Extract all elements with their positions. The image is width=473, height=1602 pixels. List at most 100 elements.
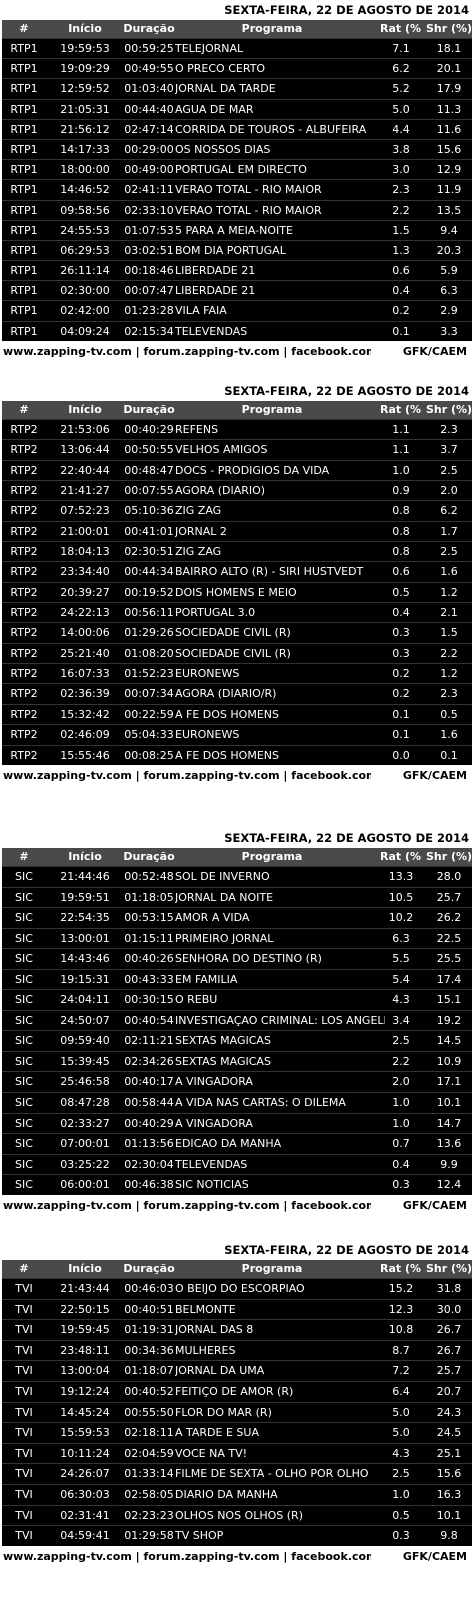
cell-channel: SIC <box>15 1157 33 1171</box>
cell-rating: 0.3 <box>392 646 410 660</box>
cell-start-time: 21:56:12 <box>60 122 110 136</box>
header-channel: # <box>19 22 29 35</box>
cell-duration: 00:52:48 <box>124 870 174 883</box>
section-date: SEXTA-FEIRA, 22 DE AGOSTO DE 2014 <box>224 384 469 398</box>
ratings-section: SEXTA-FEIRA, 22 DE AGOSTO DE 2014 # Início… <box>0 1240 473 1568</box>
cell-share: 18.1 <box>436 42 462 55</box>
cell-duration: 00:07:34 <box>124 687 174 701</box>
cell-rating: 2.2 <box>392 1054 410 1068</box>
cell-channel: RTP1 <box>10 42 38 55</box>
cell-duration: 00:56:11 <box>124 606 174 620</box>
cell-duration: 01:07:53 <box>124 223 174 237</box>
cell-share: 11.9 <box>436 183 462 197</box>
cell-start-time: 02:46:09 <box>60 728 110 742</box>
cell-channel: RTP2 <box>10 687 38 701</box>
cell-channel: RTP1 <box>10 284 38 298</box>
cell-program: TELEVENDAS <box>175 1157 248 1171</box>
table-row: RTP2 07:52:23 05:10:36 ZIG ZAG 0.8 6.2 <box>2 500 472 521</box>
cell-program: DIARIO DA MANHA <box>175 1487 278 1501</box>
cell-start-time: 09:59:40 <box>60 1034 110 1048</box>
table-row: TVI 21:43:44 00:46:03 O BEIJO DO ESCORPIAO 1… <box>2 1278 472 1299</box>
cell-share: 17.1 <box>436 1075 462 1089</box>
cell-share: 11.6 <box>436 122 462 136</box>
cell-start-time: 14:45:24 <box>60 1405 110 1419</box>
cell-rating: 1.0 <box>392 1116 410 1130</box>
table-row: TVI 14:45:24 00:55:50 FLOR DO MAR (R) 5.0 24.… <box>2 1401 472 1423</box>
cell-share: 10.1 <box>436 1508 462 1522</box>
cell-channel: SIC <box>15 1178 33 1192</box>
cell-channel: RTP2 <box>10 626 38 640</box>
cell-duration: 00:22:59 <box>124 707 174 721</box>
cell-share: 2.2 <box>440 646 458 660</box>
cell-rating: 0.4 <box>392 1157 410 1171</box>
cell-program: VOCE NA TV! <box>175 1446 248 1460</box>
cell-rating: 5.5 <box>392 952 410 966</box>
cell-duration: 00:59:25 <box>124 42 174 55</box>
footer-links: www.zapping-tv.com | forum.zapping-tv.co… <box>3 1198 371 1212</box>
cell-program: JORNAL DA UMA <box>175 1364 265 1378</box>
table-row: RTP1 26:11:14 00:18:46 LIBERDADE 21 0.6 5.9 <box>2 260 472 281</box>
cell-start-time: 21:53:06 <box>60 423 110 436</box>
cell-share: 2.3 <box>440 687 458 701</box>
cell-start-time: 02:31:41 <box>60 1508 110 1522</box>
cell-channel: SIC <box>15 1054 33 1068</box>
table-row: RTP2 15:55:46 00:08:25 A FE DOS HOMENS 0.0 0.… <box>2 744 472 765</box>
cell-start-time: 25:21:40 <box>60 646 110 660</box>
table-row: RTP2 21:53:06 00:40:29 REFENS 1.1 2.3 <box>2 419 472 440</box>
table-row: SIC 02:33:27 00:40:29 A VINGADORA 1.0 14.7 <box>2 1112 472 1134</box>
cell-duration: 00:34:36 <box>124 1343 174 1357</box>
header-program: Programa <box>241 22 303 35</box>
cell-duration: 01:33:14 <box>124 1467 174 1481</box>
header-rating: Rat (%) <box>380 1262 422 1275</box>
cell-start-time: 02:30:00 <box>60 284 110 298</box>
cell-duration: 01:15:11 <box>124 931 174 945</box>
cell-start-time: 03:25:22 <box>60 1157 110 1171</box>
cell-program: OLHOS NOS OLHOS (R) <box>175 1508 303 1522</box>
cell-share: 17.9 <box>436 82 462 96</box>
cell-share: 25.1 <box>436 1446 462 1460</box>
cell-program: EM FAMILIA <box>175 972 238 986</box>
table-row: SIC 07:00:01 01:13:56 EDICAO DA MANHA 0.7 13.… <box>2 1133 472 1154</box>
table-row: RTP2 21:41:27 00:07:55 AGORA (DIARIO) 0.9 2.0 <box>2 480 472 501</box>
cell-channel: TVI <box>15 1364 33 1378</box>
cell-start-time: 22:54:35 <box>60 911 110 925</box>
cell-rating: 3.8 <box>392 142 410 156</box>
cell-start-time: 24:04:11 <box>60 993 110 1007</box>
cell-start-time: 19:09:29 <box>60 62 110 76</box>
cell-rating: 5.0 <box>392 1426 410 1440</box>
cell-start-time: 06:29:53 <box>60 243 110 257</box>
cell-start-time: 13:06:44 <box>60 443 110 457</box>
cell-program: INVESTIGAÇAO CRIMINAL: LOS ANGELES <box>175 1013 385 1027</box>
header-channel: # <box>19 850 29 863</box>
cell-channel: SIC <box>15 1075 33 1089</box>
cell-channel: RTP2 <box>10 463 38 477</box>
cell-start-time: 26:11:14 <box>60 264 110 278</box>
cell-start-time: 18:04:13 <box>60 545 110 559</box>
cell-rating: 10.5 <box>388 890 414 904</box>
header-start-time: Início <box>68 1262 102 1275</box>
cell-duration: 02:23:23 <box>124 1508 174 1522</box>
cell-start-time: 22:40:44 <box>60 463 110 477</box>
cell-duration: 00:48:47 <box>124 463 174 477</box>
cell-duration: 02:58:05 <box>124 1487 174 1501</box>
cell-channel: RTP1 <box>10 142 38 156</box>
cell-rating: 0.0 <box>392 748 410 762</box>
cell-start-time: 09:58:56 <box>60 203 110 217</box>
cell-start-time: 10:11:24 <box>60 1446 110 1460</box>
cell-rating: 0.4 <box>392 606 410 620</box>
header-rating: Rat (%) <box>380 403 422 416</box>
cell-start-time: 19:12:24 <box>60 1384 110 1398</box>
cell-duration: 05:04:33 <box>124 728 174 742</box>
cell-start-time: 07:00:01 <box>60 1137 110 1151</box>
cell-program: SOCIEDADE CIVIL (R) <box>175 646 291 660</box>
cell-rating: 0.5 <box>392 1508 410 1522</box>
cell-program: PRIMEIRO JORNAL <box>175 931 274 945</box>
cell-duration: 00:46:38 <box>124 1178 174 1192</box>
cell-rating: 0.2 <box>392 667 410 681</box>
table-row: RTP2 16:07:33 01:52:23 EURONEWS 0.2 1.2 <box>2 663 472 684</box>
ratings-table: # Início Duração Programa Rat (%) Shr (%) TVI 2… <box>2 1260 472 1546</box>
cell-rating: 0.9 <box>392 484 410 498</box>
cell-duration: 01:13:56 <box>124 1137 174 1151</box>
cell-rating: 0.8 <box>392 524 410 538</box>
cell-duration: 01:23:28 <box>124 304 174 318</box>
